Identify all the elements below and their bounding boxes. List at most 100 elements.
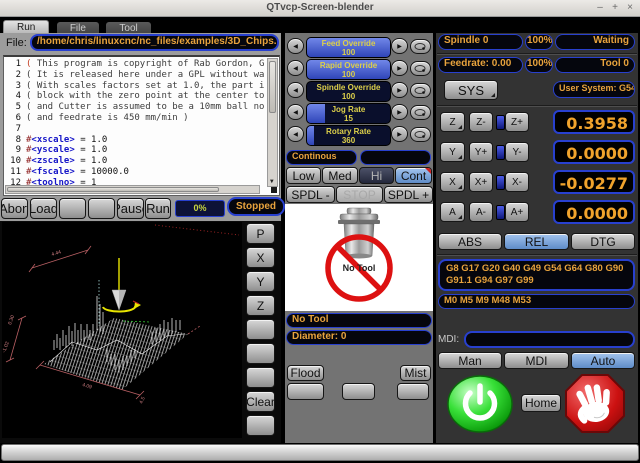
dial-icon <box>414 64 427 73</box>
spindle-plus-button[interactable]: SPDL + <box>384 186 433 203</box>
axis-y-button[interactable]: Y <box>440 142 465 162</box>
spindle-override-reset-button[interactable] <box>410 83 431 98</box>
estop-button[interactable] <box>564 373 626 434</box>
dial-icon <box>414 108 427 117</box>
view-x-button[interactable]: X <box>246 247 275 268</box>
home-button[interactable]: Home <box>521 394 561 412</box>
dial-icon <box>414 130 427 139</box>
jog-increment-combobox[interactable] <box>360 150 431 165</box>
coolant-blank-button[interactable] <box>342 383 375 400</box>
jog-z-plus-button[interactable]: Z+ <box>505 112 529 132</box>
spindle-minus-button[interactable]: SPDL - <box>286 186 335 203</box>
gcode-preview-plot[interactable]: 4.44 0.30 -1.02 4.09 4.5 <box>2 222 242 438</box>
rapid-override-slider[interactable]: Rapid Override 100 <box>306 59 391 80</box>
mdi-input[interactable] <box>464 331 635 348</box>
blank-button-2[interactable] <box>88 198 115 219</box>
mist-blank-button[interactable] <box>397 383 429 400</box>
titlebar: QTvcp-Screen-blender – + × <box>0 0 640 17</box>
mode-auto-button[interactable]: Auto <box>571 352 635 369</box>
dro-y: 0.0000 <box>553 140 635 164</box>
view-z-button[interactable]: Z <box>246 295 275 316</box>
scroll-down-icon[interactable]: ▼ <box>270 178 274 185</box>
axis-a-button[interactable]: A <box>440 202 465 222</box>
jog-cont-button[interactable]: Cont <box>395 167 432 184</box>
gcode-text: 1( This program is copyright of Rab Gord… <box>6 59 265 185</box>
feed-override-decrease-button[interactable]: ◀ <box>287 38 304 54</box>
jog-low-button[interactable]: Low <box>286 167 321 184</box>
feed-override-increase-button[interactable]: ▶ <box>391 38 408 54</box>
view-blank-button-3[interactable] <box>246 367 275 388</box>
spindle-stop-button[interactable]: STOP <box>336 186 383 203</box>
spindle-override-increase-button[interactable]: ▶ <box>391 82 408 98</box>
gcode-editor[interactable]: 1( This program is copyright of Rab Gord… <box>3 55 280 196</box>
rapid-override-increase-button[interactable]: ▶ <box>391 60 408 76</box>
rel-button[interactable]: REL <box>504 233 569 250</box>
menu-indicator-icon <box>458 185 462 189</box>
jog-y-minus-button[interactable]: Y- <box>505 142 529 162</box>
feed-override-slider[interactable]: Feed Override 100 <box>306 37 391 58</box>
feed-override-reset-button[interactable] <box>410 39 431 54</box>
jog-med-button[interactable]: Med <box>322 167 358 184</box>
axis-x-button[interactable]: X <box>440 172 465 192</box>
rotary-rate-increase-button[interactable]: ▶ <box>391 126 408 142</box>
spindle-override-slider[interactable]: Spindle Override 100 <box>306 81 391 102</box>
rapid-override-reset-button[interactable] <box>410 61 431 76</box>
rotary-rate-slider[interactable]: Rotary Rate 360 <box>306 125 391 146</box>
rotary-rate-decrease-button[interactable]: ◀ <box>287 126 304 142</box>
view-p-button[interactable]: P <box>246 223 275 244</box>
user-system-field: User System: G54 <box>553 81 635 98</box>
separator <box>437 53 637 55</box>
jog-y-plus-button[interactable]: Y+ <box>469 142 493 162</box>
maximize-button[interactable]: + <box>609 2 621 14</box>
dtg-button[interactable]: DTG <box>571 233 635 250</box>
window-title: QTvcp-Screen-blender <box>0 2 640 13</box>
view-blank-button-2[interactable] <box>246 343 275 364</box>
close-button[interactable]: × <box>624 2 636 14</box>
mode-man-button[interactable]: Man <box>438 352 502 369</box>
svg-text:4.5: 4.5 <box>138 396 146 405</box>
load-button[interactable]: Load <box>30 198 57 219</box>
jog-hi-button[interactable]: Hi <box>359 167 394 184</box>
jog-rate-reset-button[interactable] <box>410 105 431 120</box>
minimize-button[interactable]: – <box>594 2 606 14</box>
jog-x-plus-button[interactable]: X+ <box>469 172 493 192</box>
mode-mdi-button[interactable]: MDI <box>504 352 569 369</box>
editor-line: 12#<toolno> = 1 <box>6 178 265 185</box>
dro-x: -0.0277 <box>553 170 635 194</box>
axis-z-button[interactable]: Z <box>440 112 465 132</box>
clear-button[interactable]: Clear <box>246 391 275 412</box>
jog-x-minus-button[interactable]: X- <box>505 172 529 192</box>
hscroll-thumb[interactable] <box>7 187 219 192</box>
view-blank-button-1[interactable] <box>246 319 275 340</box>
rapid-override-decrease-button[interactable]: ◀ <box>287 60 304 76</box>
vscroll-thumb[interactable] <box>269 61 276 113</box>
editor-hscrollbar[interactable] <box>5 185 260 194</box>
rotary-rate-reset-button[interactable] <box>410 127 431 142</box>
jog-a-minus-button[interactable]: A- <box>469 202 493 222</box>
mist-button[interactable]: Mist <box>400 365 431 381</box>
view-y-button[interactable]: Y <box>246 271 275 292</box>
left-arrow-icon: ◀ <box>293 43 298 50</box>
sys-button[interactable]: SYS <box>444 80 498 100</box>
jog-mode-combobox[interactable]: Continous <box>286 150 357 165</box>
abort-button[interactable]: Abort <box>1 198 28 219</box>
pause-button[interactable]: Pause <box>117 198 144 219</box>
run-button[interactable]: Run <box>145 198 171 219</box>
flood-button[interactable]: Flood <box>287 365 324 381</box>
jog-rate-slider[interactable]: Jog Rate 15 <box>306 103 391 124</box>
machine-power-button[interactable] <box>446 374 514 434</box>
abs-button[interactable]: ABS <box>438 233 502 250</box>
editor-line: 1( This program is copyright of Rab Gord… <box>6 59 265 70</box>
left-arrow-icon: ◀ <box>293 131 298 138</box>
preview-svg: 4.44 0.30 -1.02 4.09 4.5 <box>2 222 242 438</box>
blank-button-1[interactable] <box>59 198 86 219</box>
view-blank-button-4[interactable] <box>246 415 275 436</box>
jog-rate-increase-button[interactable]: ▶ <box>391 104 408 120</box>
flood-blank-button[interactable] <box>287 383 324 400</box>
jog-a-plus-button[interactable]: A+ <box>505 202 529 222</box>
jog-z-minus-button[interactable]: Z- <box>469 112 493 132</box>
jog-rate-decrease-button[interactable]: ◀ <box>287 104 304 120</box>
editor-vscrollbar[interactable]: ▼ <box>267 58 278 187</box>
spindle-override-decrease-button[interactable]: ◀ <box>287 82 304 98</box>
file-path-field[interactable]: /home/chris/linuxcnc/nc_files/examples/3… <box>30 34 279 51</box>
